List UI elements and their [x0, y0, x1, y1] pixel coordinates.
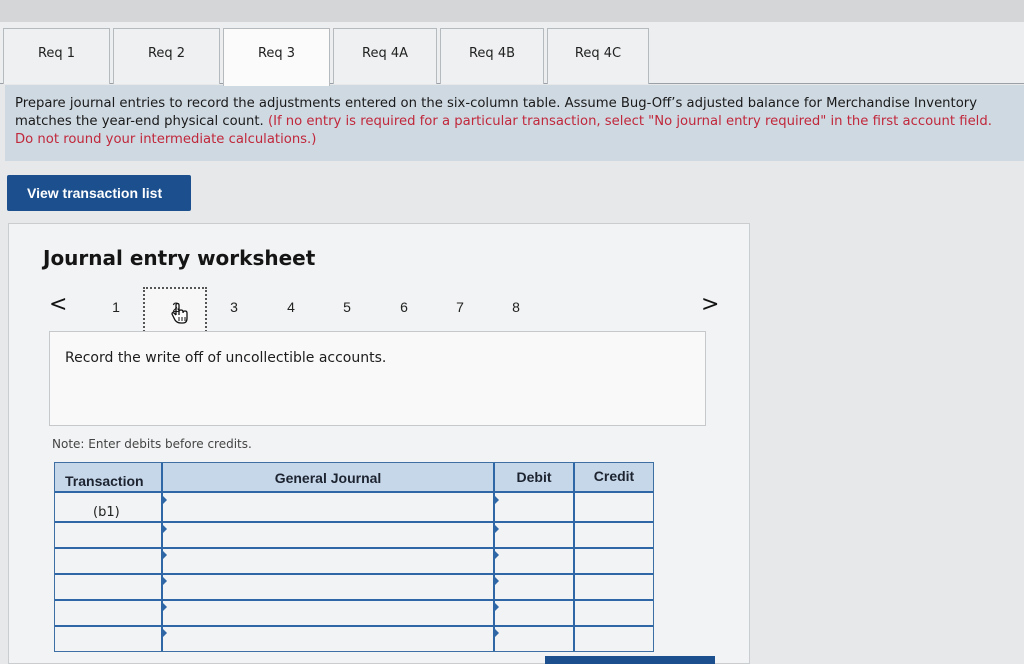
page-7[interactable]: 7: [450, 299, 470, 315]
page-6[interactable]: 6: [394, 299, 414, 315]
debit-credit-note: Note: Enter debits before credits.: [52, 437, 252, 451]
requirement-tabs: Req 1 Req 2 Req 3 Req 4A Req 4B Req 4C: [0, 22, 1024, 86]
col-header-debit: Debit: [495, 463, 575, 493]
entry-description: Record the write off of uncollectible ac…: [65, 350, 387, 366]
tab-label: Req 4B: [468, 46, 516, 61]
tab-label: Req 2: [147, 46, 186, 61]
tab-label: Req 3: [257, 46, 296, 61]
top-strip: [0, 0, 1024, 22]
account-select[interactable]: [163, 575, 493, 599]
account-select[interactable]: [163, 601, 493, 625]
entry-description-box: Record the write off of uncollectible ac…: [49, 331, 706, 426]
tab-req-4a[interactable]: Req 4A: [333, 28, 437, 84]
tab-label: Req 4A: [362, 46, 408, 61]
col-header-general-journal: General Journal: [163, 463, 495, 493]
worksheet-title: Journal entry worksheet: [43, 246, 316, 270]
tab-label: Req 4C: [574, 46, 622, 61]
tab-req-3[interactable]: Req 3: [223, 28, 330, 86]
journal-entry-worksheet-panel: Journal entry worksheet < > 1 2 3 4 5 6 …: [8, 223, 750, 664]
partial-bottom-button[interactable]: [545, 656, 715, 664]
account-select[interactable]: [163, 627, 493, 651]
debit-input[interactable]: [495, 523, 573, 547]
page-8[interactable]: 8: [506, 299, 526, 315]
account-select[interactable]: [163, 549, 493, 573]
prev-page-arrow-icon[interactable]: <: [49, 292, 67, 317]
dropdown-caret-icon: [163, 577, 167, 585]
credit-input[interactable]: [575, 575, 653, 599]
page-1[interactable]: 1: [106, 299, 126, 315]
general-journal-table: Transaction General Journal Debit Credit…: [54, 462, 654, 652]
tab-req-4c[interactable]: Req 4C: [547, 28, 649, 84]
dropdown-caret-icon: [163, 629, 167, 637]
credit-input[interactable]: [575, 601, 653, 625]
debit-input[interactable]: [495, 493, 573, 521]
requirement-prompt: Prepare journal entries to record the ad…: [5, 85, 1024, 161]
debit-input[interactable]: [495, 575, 573, 599]
dropdown-caret-icon: [163, 496, 167, 504]
next-page-arrow-icon[interactable]: >: [701, 292, 719, 317]
dropdown-caret-icon: [163, 603, 167, 611]
debit-input[interactable]: [495, 549, 573, 573]
tab-label: Req 1: [37, 46, 76, 61]
account-select[interactable]: [163, 493, 493, 521]
credit-input[interactable]: [575, 523, 653, 547]
hand-cursor-icon: [171, 303, 188, 324]
credit-input[interactable]: [575, 493, 653, 521]
page-3[interactable]: 3: [224, 299, 244, 315]
credit-input[interactable]: [575, 627, 653, 651]
credit-input[interactable]: [575, 549, 653, 573]
tab-req-2[interactable]: Req 2: [113, 28, 220, 84]
view-transaction-list-button[interactable]: View transaction list: [7, 175, 191, 211]
dropdown-caret-icon: [163, 525, 167, 533]
col-header-transaction: Transaction: [55, 463, 163, 493]
account-select[interactable]: [163, 523, 493, 547]
tab-req-4b[interactable]: Req 4B: [440, 28, 544, 84]
debit-input[interactable]: [495, 601, 573, 625]
debit-input[interactable]: [495, 627, 573, 651]
tab-req-1[interactable]: Req 1: [3, 28, 110, 84]
page-5[interactable]: 5: [337, 299, 357, 315]
transaction-cell: (b1): [93, 505, 120, 520]
col-header-credit: Credit: [575, 463, 653, 493]
dropdown-caret-icon: [163, 551, 167, 559]
page-4[interactable]: 4: [281, 299, 301, 315]
